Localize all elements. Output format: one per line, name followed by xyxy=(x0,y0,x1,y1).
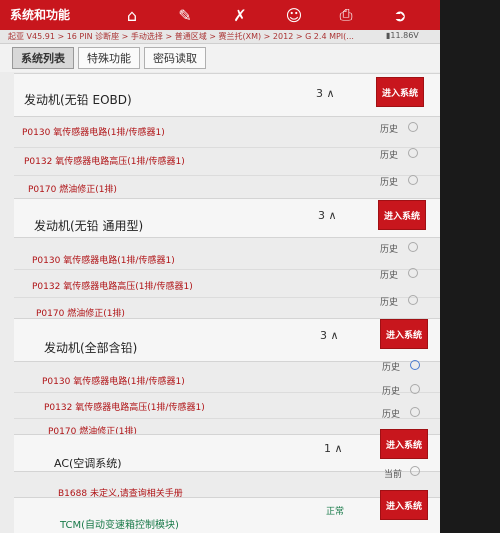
tab-special-functions[interactable]: 特殊功能 xyxy=(78,47,140,69)
dtc-count[interactable]: 3 ∧ xyxy=(320,329,339,342)
search-icon[interactable] xyxy=(410,466,420,476)
divider xyxy=(14,392,440,393)
search-icon[interactable] xyxy=(408,295,418,305)
enter-system-button[interactable]: 进入系统 xyxy=(376,77,424,107)
edit-icon[interactable]: ✎ xyxy=(173,3,197,27)
enter-system-button[interactable]: 进入系统 xyxy=(380,490,428,520)
system-row[interactable]: AC(空调系统) 1 ∧ 进入系统 xyxy=(14,429,440,472)
dtc-status: 历史 xyxy=(380,271,399,281)
system-name: 发动机(无铅 EOBD) xyxy=(24,93,132,107)
search-icon[interactable] xyxy=(408,175,418,185)
dtc-item: P0132 氧传感器电路高压(1排/传感器1) xyxy=(44,403,205,413)
system-row[interactable]: 发动机(无铅 通用型) 3 ∧ 进入系统 xyxy=(14,198,440,238)
divider xyxy=(14,418,440,419)
dtc-status: 历史 xyxy=(380,178,399,188)
dtc-status: 当前 xyxy=(384,470,403,480)
page-title: 系统和功能 xyxy=(10,8,71,22)
dtc-status: 历史 xyxy=(380,298,399,308)
search-icon[interactable] xyxy=(410,360,420,370)
search-icon[interactable] xyxy=(410,407,420,417)
enter-system-button[interactable]: 进入系统 xyxy=(380,429,428,459)
dtc-status: 历史 xyxy=(380,151,399,161)
dtc-status: 历史 xyxy=(382,387,401,397)
device-bezel xyxy=(440,0,500,533)
system-name: AC(空调系统) xyxy=(54,457,122,470)
dtc-status: 历史 xyxy=(380,245,399,255)
search-icon[interactable] xyxy=(408,148,418,158)
battery-voltage: ▮11.86V xyxy=(386,31,419,40)
dtc-item: P0130 氧传感器电路(1排/传感器1) xyxy=(22,128,165,138)
search-icon[interactable] xyxy=(408,122,418,132)
print-icon[interactable]: ⎙ xyxy=(334,3,358,27)
exit-icon[interactable]: ➲ xyxy=(388,3,412,27)
dtc-item: P0132 氧传感器电路高压(1排/传感器1) xyxy=(32,282,193,292)
divider xyxy=(14,297,440,298)
tools-icon[interactable]: ✗ xyxy=(228,3,252,27)
breadcrumb: 起亚 V45.91 > 16 PIN 诊断座 > 手动选择 > 普通区域 > 赛… xyxy=(8,32,354,41)
dtc-count[interactable]: 3 ∧ xyxy=(318,209,337,222)
dtc-status: 历史 xyxy=(380,125,399,135)
enter-system-button[interactable]: 进入系统 xyxy=(378,200,426,230)
search-icon[interactable] xyxy=(410,384,420,394)
dtc-item: P0130 氧传感器电路(1排/传感器1) xyxy=(32,256,175,266)
divider xyxy=(14,175,440,176)
dtc-status: 历史 xyxy=(382,410,401,420)
dtc-item: P0170 燃油修正(1排) xyxy=(28,185,117,195)
user-icon[interactable]: ☺ xyxy=(282,3,306,27)
home-icon[interactable]: ⌂ xyxy=(120,3,144,27)
diagnostic-screen: 系统和功能 ⌂ ✎ ✗ ☺ ⎙ ➲ 起亚 V45.91 > 16 PIN 诊断座… xyxy=(0,0,500,533)
system-row[interactable]: 发动机(无铅 EOBD) 3 ∧ 进入系统 xyxy=(14,73,440,117)
dtc-count[interactable]: 1 ∧ xyxy=(324,442,343,455)
tab-system-list[interactable]: 系统列表 xyxy=(12,47,74,69)
divider xyxy=(14,147,440,148)
system-name: TCM(自动变速箱控制模块) xyxy=(60,520,179,531)
system-name: 发动机(无铅 通用型) xyxy=(34,219,144,233)
search-icon[interactable] xyxy=(408,268,418,278)
top-toolbar: 系统和功能 ⌂ ✎ ✗ ☺ ⎙ ➲ xyxy=(0,0,440,30)
system-status: 正常 xyxy=(326,507,345,517)
search-icon[interactable] xyxy=(408,242,418,252)
breadcrumb-bar: 起亚 V45.91 > 16 PIN 诊断座 > 手动选择 > 普通区域 > 赛… xyxy=(0,30,440,44)
divider xyxy=(14,269,440,270)
enter-system-button[interactable]: 进入系统 xyxy=(380,319,428,349)
dtc-item: P0130 氧传感器电路(1排/传感器1) xyxy=(42,377,185,387)
dtc-count[interactable]: 3 ∧ xyxy=(316,87,335,100)
system-name: 发动机(全部含铅) xyxy=(44,341,138,355)
dtc-status: 历史 xyxy=(382,363,401,373)
dtc-item: P0132 氧传感器电路高压(1排/传感器1) xyxy=(24,157,185,167)
tab-password-read[interactable]: 密码读取 xyxy=(144,47,206,69)
system-row[interactable]: TCM(自动变速箱控制模块) 正常 进入系统 xyxy=(14,490,440,533)
system-row[interactable]: 发动机(全部含铅) 3 ∧ 进入系统 xyxy=(14,318,440,362)
